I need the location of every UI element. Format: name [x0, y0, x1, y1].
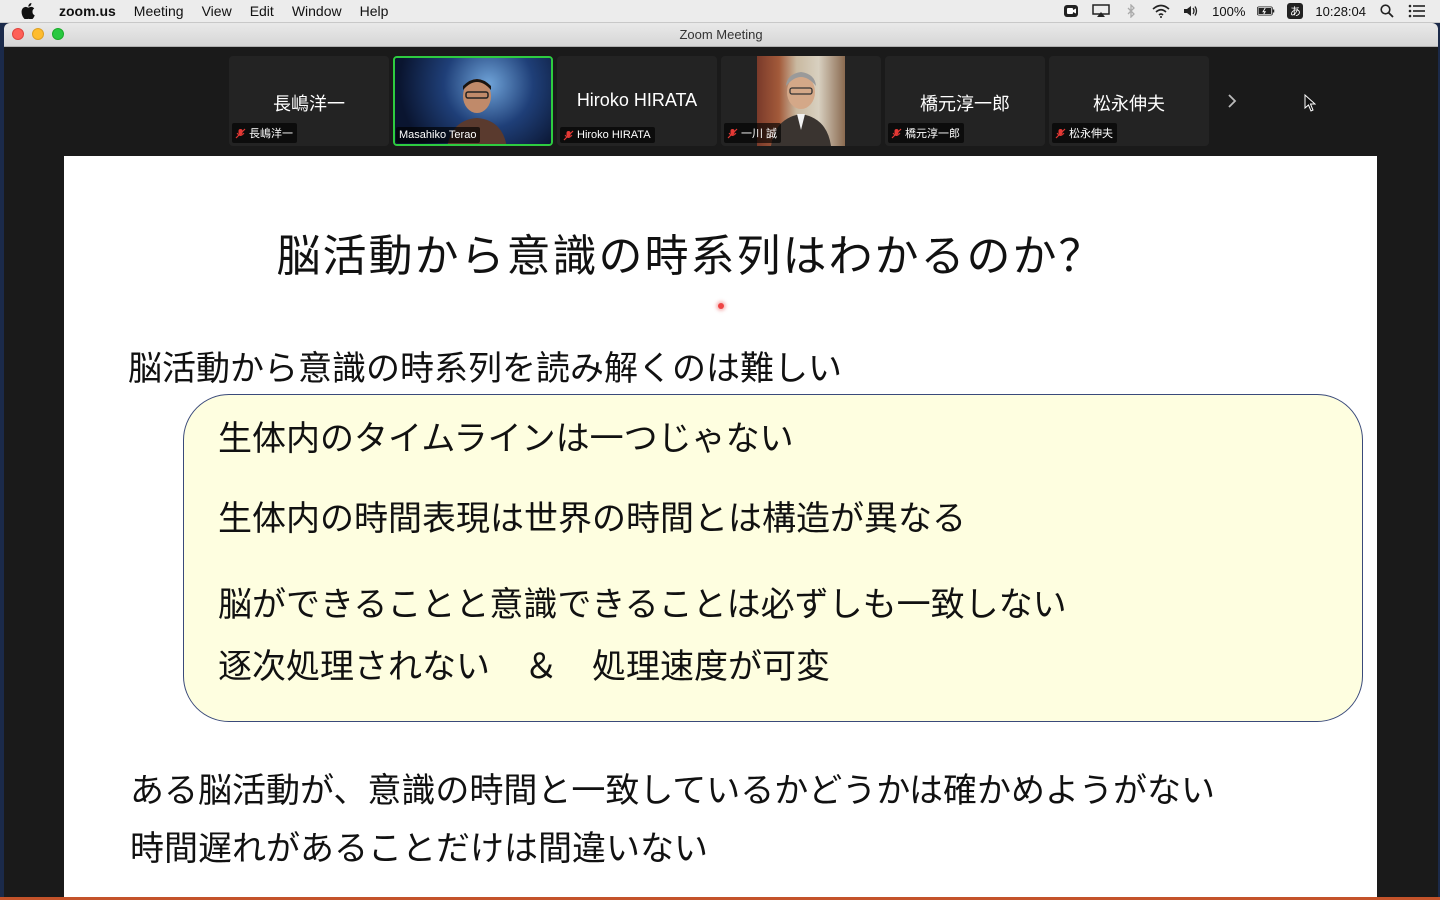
zoom-meeting-window: Zoom Meeting 長嶋洋一 長嶋洋一 Masahiko Terao Hi… — [4, 23, 1438, 897]
window-titlebar[interactable]: Zoom Meeting — [4, 23, 1438, 47]
participant-nametag: 橋元淳一郎 — [888, 123, 964, 143]
participant-tile[interactable]: 長嶋洋一 長嶋洋一 — [229, 56, 389, 146]
box-line: 逐次処理されない ＆ 処理速度が可変 — [218, 647, 830, 687]
spotlight-search-icon[interactable] — [1378, 3, 1396, 19]
menu-bar: zoom.us Meeting View Edit Window Help 10… — [0, 0, 1440, 23]
participant-nametag: Masahiko Terao — [396, 127, 481, 143]
slide-bottom-line: 時間遅れがあることだけは間違いない — [130, 829, 708, 869]
participant-display-name: 松永伸夫 — [1093, 94, 1165, 114]
bluetooth-icon[interactable] — [1122, 3, 1140, 19]
participant-tile-active-speaker[interactable]: Masahiko Terao — [393, 56, 553, 146]
participant-strip: 長嶋洋一 長嶋洋一 Masahiko Terao Hiroko HIRATA H… — [4, 56, 1438, 148]
participant-nametag: 長嶋洋一 — [232, 123, 297, 143]
window-close-button[interactable] — [12, 28, 24, 40]
participant-name: 橋元淳一郎 — [905, 128, 960, 140]
box-line: 生体内の時間表現は世界の時間とは構造が異なる — [218, 499, 966, 539]
mic-muted-icon — [891, 128, 902, 139]
window-zoom-button[interactable] — [52, 28, 64, 40]
battery-percentage: 100% — [1212, 3, 1246, 19]
menu-edit[interactable]: Edit — [241, 0, 283, 22]
mouse-cursor-icon — [1304, 93, 1317, 116]
menu-view[interactable]: View — [193, 0, 241, 22]
shared-screen-slide: 脳活動から意識の時系列はわかるのか？ 脳活動から意識の時系列を読み解くのは難しい… — [64, 156, 1377, 897]
wifi-icon[interactable] — [1152, 3, 1170, 19]
participant-display-name: 長嶋洋一 — [273, 94, 345, 114]
participant-tile[interactable]: Hiroko HIRATA Hiroko HIRATA — [557, 56, 717, 146]
mic-muted-icon — [1055, 128, 1066, 139]
slide-bottom-line: ある脳活動が、意識の時間と一致しているかどうかは確かめようがない — [130, 771, 1215, 811]
participant-nametag: 松永伸夫 — [1052, 123, 1117, 143]
participant-tile[interactable]: 橋元淳一郎 橋元淳一郎 — [885, 56, 1045, 146]
participant-tile[interactable]: 松永伸夫 松永伸夫 — [1049, 56, 1209, 146]
menu-app-name[interactable]: zoom.us — [50, 0, 125, 22]
battery-icon[interactable] — [1257, 3, 1275, 19]
zoom-status-icon[interactable] — [1062, 3, 1080, 19]
menubar-clock[interactable]: 10:28:04 — [1315, 4, 1366, 19]
input-method-indicator[interactable]: あ — [1287, 3, 1304, 19]
participant-name: Hiroko HIRATA — [577, 129, 651, 141]
slide-rounded-box: 生体内のタイムラインは一つじゃない 生体内の時間表現は世界の時間とは構造が異なる… — [183, 394, 1363, 722]
slide-title: 脳活動から意識の時系列はわかるのか？ — [276, 231, 1105, 282]
participant-display-name: Hiroko HIRATA — [576, 90, 698, 110]
box-line: 脳ができることと意識できることは必ずしも一致しない — [218, 585, 1067, 625]
participant-tile[interactable]: 一川 誠 — [721, 56, 881, 146]
menu-window[interactable]: Window — [283, 0, 351, 22]
mic-muted-icon — [235, 128, 246, 139]
participant-name: 長嶋洋一 — [249, 128, 293, 140]
window-title: Zoom Meeting — [679, 27, 763, 42]
control-center-list-icon[interactable] — [1408, 3, 1426, 19]
participant-name: Masahiko Terao — [399, 129, 477, 141]
airplay-icon[interactable] — [1092, 3, 1110, 19]
menu-help[interactable]: Help — [351, 0, 398, 22]
participant-nametag: 一川 誠 — [724, 123, 782, 143]
mic-muted-icon — [727, 128, 738, 139]
apple-icon[interactable] — [20, 3, 36, 19]
slide-subtitle: 脳活動から意識の時系列を読み解くのは難しい — [128, 349, 842, 389]
laser-pointer-dot — [718, 303, 724, 309]
participant-name: 松永伸夫 — [1069, 128, 1113, 140]
menu-meeting[interactable]: Meeting — [125, 0, 193, 22]
window-minimize-button[interactable] — [32, 28, 44, 40]
next-page-chevron-icon[interactable] — [1222, 86, 1242, 116]
participant-nametag: Hiroko HIRATA — [560, 127, 655, 143]
box-line: 生体内のタイムラインは一つじゃない — [218, 419, 794, 459]
participant-name: 一川 誠 — [741, 128, 778, 140]
mic-muted-icon — [563, 130, 574, 141]
volume-icon[interactable] — [1182, 3, 1200, 19]
participant-display-name: 橋元淳一郎 — [920, 94, 1010, 114]
